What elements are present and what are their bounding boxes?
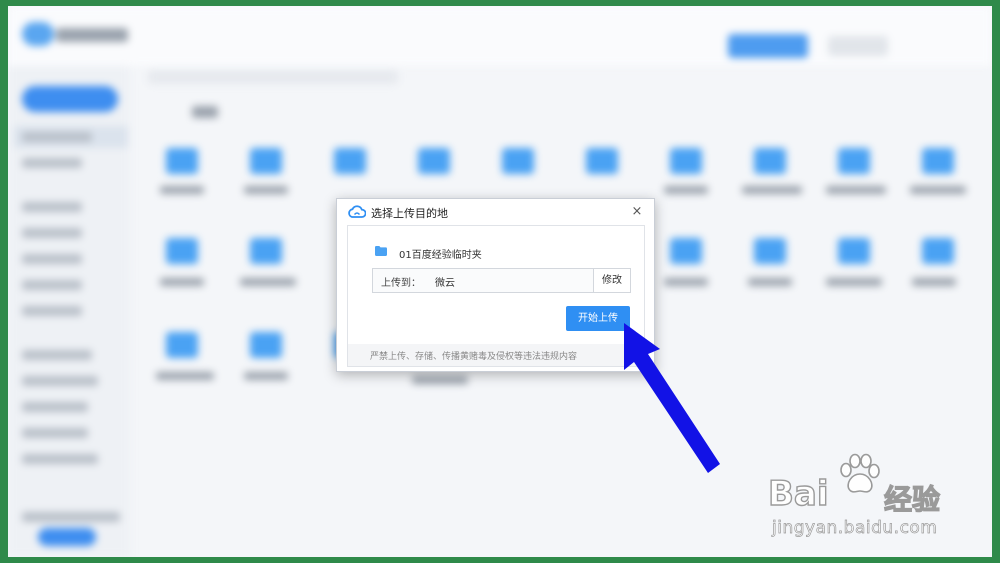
folder-icon[interactable]: [586, 148, 618, 174]
watermark-jingyan: 经验: [883, 482, 941, 516]
folder-icon[interactable]: [250, 148, 282, 174]
folder-icon[interactable]: [670, 148, 702, 174]
upload-destination-dialog: 选择上传目的地 × 01百度经验临时夹 上传到： 微云 修改 开始上传 严禁上传…: [336, 198, 655, 372]
start-upload-button[interactable]: 开始上传: [566, 306, 630, 331]
folder-icon[interactable]: [754, 238, 786, 264]
folder-icon: [375, 246, 387, 256]
modify-button[interactable]: 修改: [593, 269, 630, 292]
folder-icon[interactable]: [502, 148, 534, 174]
breadcrumb: [148, 70, 398, 84]
folder-icon[interactable]: [166, 332, 198, 358]
folder-icon[interactable]: [166, 148, 198, 174]
notice-bar: 严禁上传、存储、传播黄赌毒及侵权等违法违规内容: [348, 344, 644, 366]
dialog-body: 01百度经验临时夹 上传到： 微云 修改 开始上传 严禁上传、存储、传播黄赌毒及…: [347, 225, 645, 367]
folder-icon[interactable]: [418, 148, 450, 174]
legal-notice: 严禁上传、存储、传播黄赌毒及侵权等违法违规内容: [370, 352, 578, 362]
close-icon[interactable]: ×: [630, 204, 644, 220]
watermark-url: jingyan.baidu.com: [772, 518, 938, 539]
folder-icon[interactable]: [838, 148, 870, 174]
app-logo-icon: [22, 22, 54, 46]
destination-label: 上传到：: [381, 278, 421, 289]
folder-icon[interactable]: [670, 238, 702, 264]
destination-value: 微云: [435, 278, 455, 289]
folder-icon[interactable]: [754, 148, 786, 174]
watermark-brand: Bai: [767, 473, 829, 514]
weiyun-logo-icon: [348, 205, 366, 218]
top-upload-button[interactable]: [728, 34, 808, 58]
folder-icon[interactable]: [922, 238, 954, 264]
selected-folder-name: 01百度经验临时夹: [399, 250, 482, 261]
folder-icon[interactable]: [250, 238, 282, 264]
folder-icon[interactable]: [334, 148, 366, 174]
dialog-title: 选择上传目的地: [371, 207, 448, 220]
baidu-paw-icon: [840, 453, 880, 493]
folder-icon[interactable]: [922, 148, 954, 174]
sidebar-primary-button[interactable]: [22, 86, 118, 112]
destination-field: 上传到： 微云 修改: [372, 268, 631, 293]
folder-icon[interactable]: [838, 238, 870, 264]
folder-icon[interactable]: [166, 238, 198, 264]
folder-icon[interactable]: [250, 332, 282, 358]
